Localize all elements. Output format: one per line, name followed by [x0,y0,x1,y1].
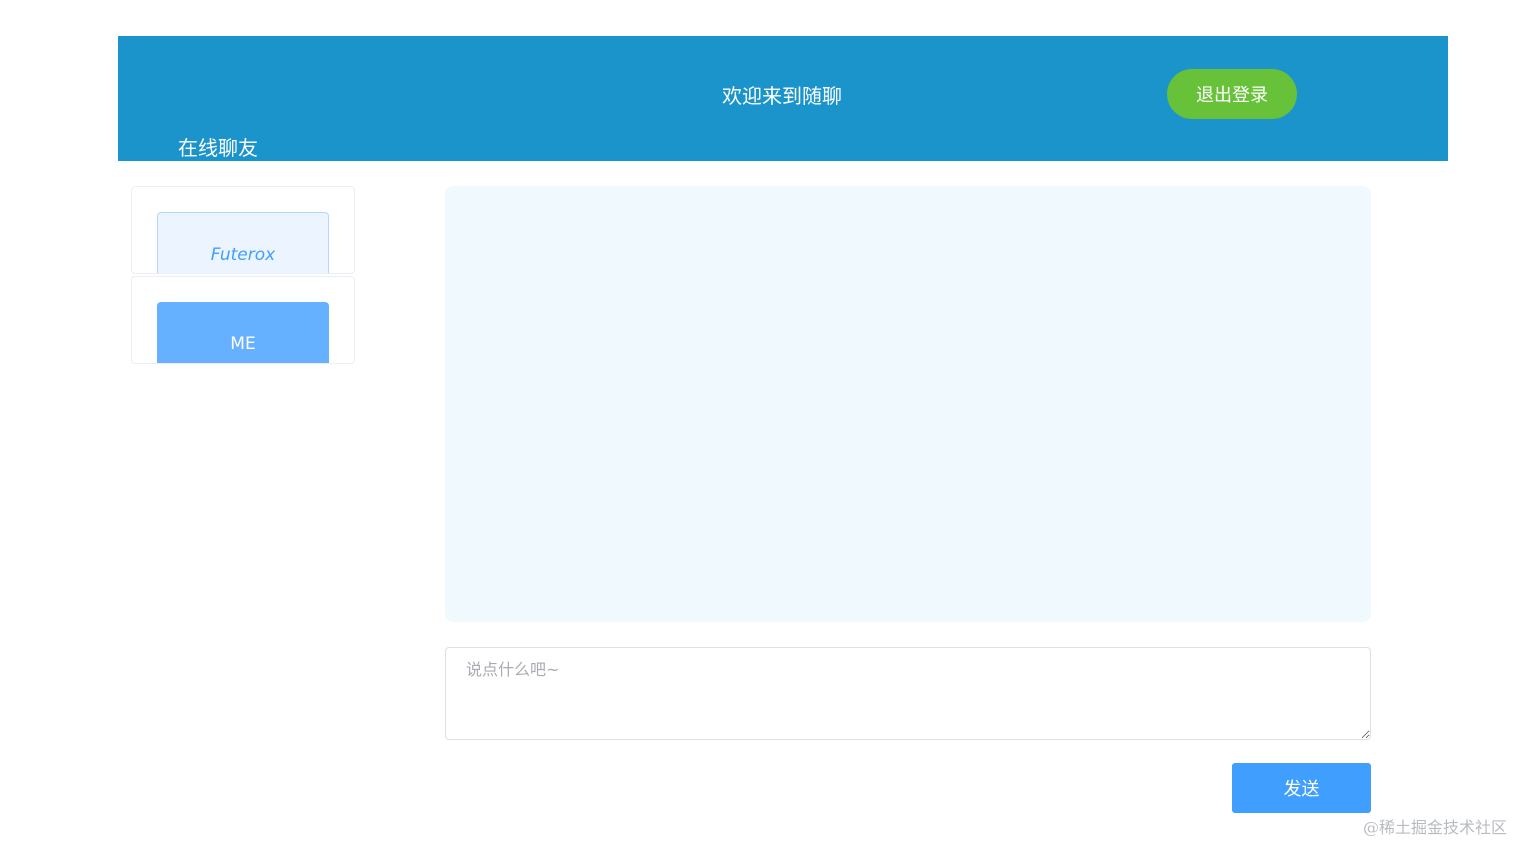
friend-list-item: ME [131,276,355,364]
watermark-text: @稀土掘金技术社区 [1363,818,1508,837]
top-header: 欢迎来到随聊 退出登录 在线聊友 [118,36,1448,161]
message-display-area[interactable] [445,186,1371,622]
message-input[interactable] [445,647,1371,740]
chat-page: 欢迎来到随聊 退出登录 在线聊友 Futerox ME 发送 @稀土掘金技术社区 [0,0,1529,842]
friend-chip-me[interactable]: ME [157,302,329,363]
send-button[interactable]: 发送 [1232,763,1371,813]
friend-chip-futerox[interactable]: Futerox [157,212,329,273]
friend-list-item: Futerox [131,186,355,274]
page-title: 欢迎来到随聊 [722,84,842,108]
logout-button[interactable]: 退出登录 [1167,69,1297,119]
online-friends-label: 在线聊友 [178,136,258,160]
